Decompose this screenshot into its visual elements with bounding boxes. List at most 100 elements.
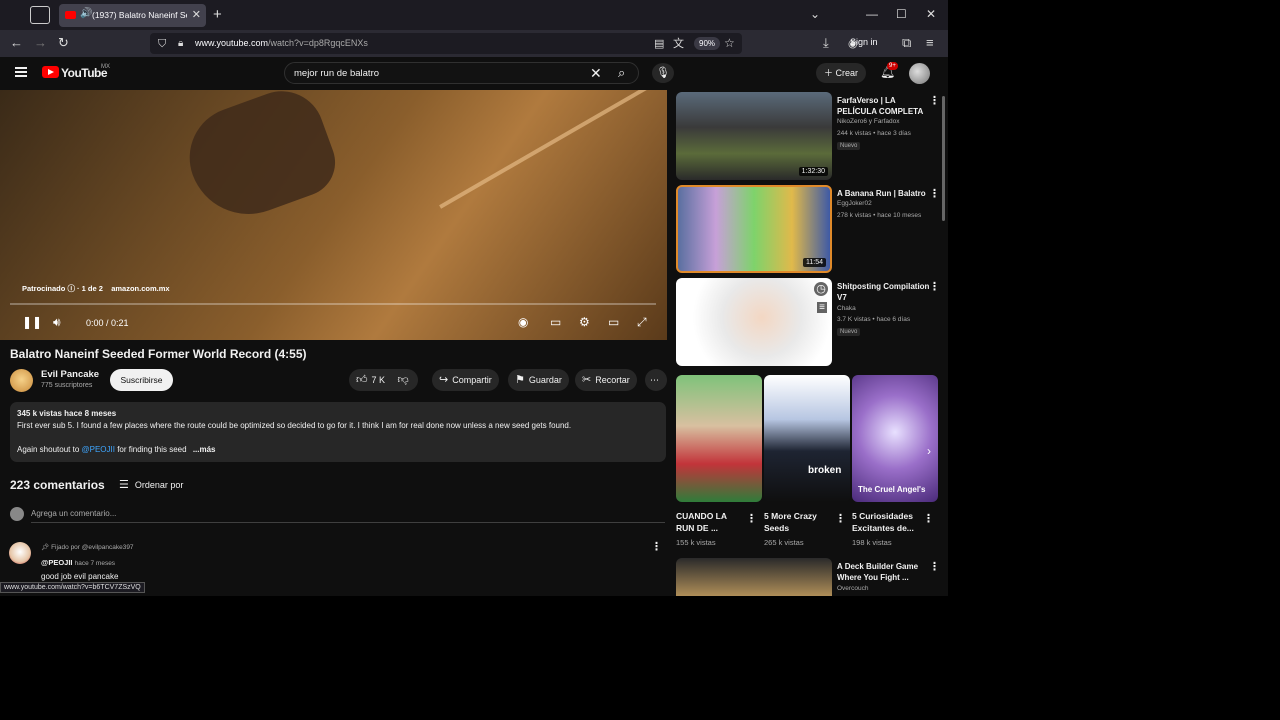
short-title[interactable]: 5 More Crazy Seeds	[764, 510, 834, 534]
comment-author[interactable]: @PEOJII hace 7 meses	[41, 558, 115, 567]
recommendation-menu-icon[interactable]: ⋮	[929, 560, 940, 573]
autoplay-toggle-icon[interactable]: ◉	[518, 315, 528, 329]
like-count[interactable]: 7 K	[372, 375, 386, 385]
new-tab-icon[interactable]: +	[213, 6, 222, 23]
microphone-icon[interactable]: 🎙︎	[652, 63, 674, 83]
recommendation-channel[interactable]: Chaka	[837, 305, 856, 312]
close-tab-icon[interactable]: ✕	[192, 8, 201, 21]
shorts-next-arrow-icon[interactable]: ›	[927, 444, 931, 458]
lock-icon[interactable]: 🔒︎	[178, 36, 183, 52]
comment-username[interactable]: @PEOJII	[41, 558, 73, 567]
forward-icon[interactable]: →	[34, 35, 47, 51]
dislike-icon[interactable]: 👎︎	[398, 374, 409, 386]
settings-gear-icon[interactable]: ⚙	[579, 315, 590, 329]
comment-menu-icon[interactable]: ⋮	[651, 540, 662, 553]
pause-icon[interactable]: ❚❚	[22, 315, 42, 329]
recommendation-title[interactable]: A Banana Run | Balatro	[837, 188, 931, 199]
short-thumbnail[interactable]: broken	[764, 375, 850, 502]
short-title[interactable]: 5 Curiosidades Excitantes de...	[852, 510, 922, 534]
comment-time[interactable]: hace 7 meses	[75, 560, 115, 567]
recommendation-title[interactable]: FarfaVerso | LA PELÍCULA COMPLETA	[837, 95, 931, 117]
short-thumbnail[interactable]	[676, 375, 762, 502]
short-menu-icon[interactable]: ⋮	[746, 512, 757, 525]
theater-mode-icon[interactable]: ▭	[608, 315, 619, 329]
search-input[interactable]: mejor run de balatro	[294, 68, 379, 79]
description-box[interactable]: 345 k vistas hace 8 meses First ever sub…	[10, 402, 666, 462]
ad-count: 1 de 2	[81, 284, 103, 293]
recommendation-menu-icon[interactable]: ⋮	[929, 94, 940, 107]
comment-input-underline	[31, 522, 665, 523]
bookmark-star-icon[interactable]: ☆	[724, 35, 735, 51]
reader-view-icon[interactable]: ▤	[654, 36, 664, 52]
create-button[interactable]: ＋ Crear	[816, 63, 867, 83]
short-thumbnail[interactable]: The Cruel Angel's	[852, 375, 938, 502]
search-icon[interactable]: ⌕	[618, 65, 625, 81]
recommendation-title[interactable]: A Deck Builder Game Where You Fight ...	[837, 561, 931, 583]
video-thumbnail[interactable]: 11:54	[676, 185, 832, 273]
more-actions-icon[interactable]: ⋯	[645, 369, 667, 391]
mention-link[interactable]: @PEOJII	[82, 445, 115, 454]
recommendation-item[interactable]: ◷ ≡ Shitposting Compilation V7 Chaka 3.7…	[676, 278, 946, 368]
sidebar-scrollbar[interactable]	[942, 96, 945, 221]
video-player[interactable]: Patrocinado ⓘ · 1 de 2 amazon.com.mx ❚❚ …	[0, 90, 667, 340]
clear-search-icon[interactable]: ✕	[590, 65, 602, 82]
sign-in-button[interactable]: Sign in	[850, 37, 878, 47]
recommendation-menu-icon[interactable]: ⋮	[929, 187, 940, 200]
show-more-link[interactable]: ...más	[193, 445, 216, 454]
short-title[interactable]: CUANDO LA RUN DE ...	[676, 510, 746, 534]
short-menu-icon[interactable]: ⋮	[835, 512, 846, 525]
recommendation-channel[interactable]: Overcouch	[837, 585, 868, 592]
ad-domain[interactable]: amazon.com.mx	[111, 284, 169, 293]
short-menu-icon[interactable]: ⋮	[923, 512, 934, 525]
recommendation-channel[interactable]: NikoZero6 y Farfadox	[837, 118, 900, 125]
video-thumbnail[interactable]: ◷ ≡	[676, 278, 832, 366]
recommendation-title[interactable]: Shitposting Compilation V7	[837, 281, 931, 303]
zoom-level[interactable]: 90%	[694, 37, 721, 50]
youtube-header: YouTube MX mejor run de balatro ✕ ⌕ 🎙︎ ＋…	[0, 57, 948, 90]
add-comment-input[interactable]: Agrega un comentario...	[31, 509, 116, 518]
watch-later-clock-icon[interactable]: ◷	[814, 282, 828, 296]
speaker-icon[interactable]: 🔊	[80, 8, 92, 19]
user-avatar[interactable]	[909, 63, 930, 84]
add-to-queue-icon[interactable]: ≡	[817, 302, 827, 313]
youtube-logo-icon[interactable]	[42, 66, 59, 78]
recommendation-item[interactable]: 1:32:30 FarfaVerso | LA PELÍCULA COMPLET…	[676, 92, 946, 182]
clip-button[interactable]: ✂ Recortar	[575, 369, 637, 391]
video-thumbnail[interactable]	[676, 558, 832, 596]
tab-list-icon[interactable]	[30, 6, 50, 24]
menu-icon[interactable]: ≡	[926, 35, 934, 51]
progress-bar[interactable]	[10, 303, 656, 305]
shield-icon[interactable]: ⛉	[158, 36, 166, 52]
recommendation-item[interactable]: 11:54 A Banana Run | Balatro EggJoker02 …	[676, 185, 946, 275]
channel-name[interactable]: Evil Pancake	[41, 369, 99, 380]
translate-icon[interactable]: 文	[673, 36, 684, 52]
channel-avatar[interactable]	[10, 369, 33, 392]
subscribe-button[interactable]: Suscribirse	[110, 369, 173, 391]
minimize-icon[interactable]: —	[866, 7, 878, 21]
hamburger-menu-icon[interactable]	[15, 67, 27, 77]
back-icon[interactable]: ←	[10, 35, 23, 51]
sort-by-button[interactable]: ☰ Ordenar por	[119, 478, 183, 491]
save-button[interactable]: ⚑ Guardar	[508, 369, 569, 391]
comment-avatar[interactable]	[9, 542, 31, 564]
download-icon[interactable]: ⤓	[823, 35, 829, 51]
url-bar[interactable]: ⛉ 🔒︎ www.youtube.com/watch?v=dp8RgqcENXs…	[150, 33, 742, 54]
recommendation-item[interactable]: A Deck Builder Game Where You Fight ... …	[676, 558, 946, 596]
tab-active[interactable]: 🔊 (1937) Balatro Naneinf Seed ✕	[59, 4, 206, 27]
extensions-icon[interactable]: ⧉	[902, 35, 911, 51]
subtitles-icon[interactable]: ▭	[550, 315, 561, 329]
info-icon[interactable]: ⓘ	[67, 284, 75, 293]
recommendation-menu-icon[interactable]: ⋮	[929, 280, 940, 293]
plus-icon: ＋	[824, 68, 836, 78]
chevron-down-icon[interactable]: ⌄	[810, 7, 820, 21]
close-window-icon[interactable]: ✕	[926, 7, 936, 21]
video-thumbnail[interactable]: 1:32:30	[676, 92, 832, 180]
like-icon[interactable]: 👍︎	[356, 374, 368, 386]
fullscreen-icon[interactable]: ⤢	[637, 315, 647, 330]
recommendation-channel[interactable]: EggJoker02	[837, 200, 872, 207]
volume-icon[interactable]: 🔊︎	[53, 315, 61, 330]
search-box[interactable]: mejor run de balatro ✕ ⌕	[284, 62, 639, 84]
reload-icon[interactable]: ↻	[58, 35, 69, 51]
share-button[interactable]: ↪ Compartir	[432, 369, 499, 391]
maximize-icon[interactable]: ☐	[896, 7, 907, 21]
